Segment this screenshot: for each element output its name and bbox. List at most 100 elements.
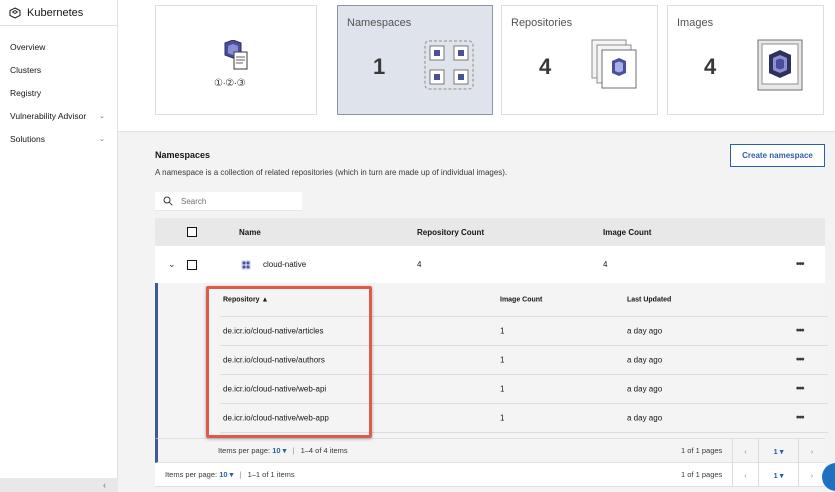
previous-page-button[interactable]: ‹ (732, 439, 758, 463)
pager-items-label: Items per page: 10 ▾ | 1–4 of 4 items (218, 446, 348, 455)
repository-name[interactable]: de.icr.io/cloud-native/web-app (223, 414, 329, 423)
column-header-last-updated[interactable]: Last Updated (627, 296, 671, 303)
overflow-menu-icon[interactable]: ••• (796, 413, 804, 424)
page-number: 1 ▾ (773, 470, 784, 480)
repository-name[interactable]: de.icr.io/cloud-native/articles (223, 327, 324, 336)
page-count: 1 of 1 pages (681, 446, 723, 455)
column-header-repository[interactable]: Repository ▲ (223, 296, 268, 303)
last-updated: a day ago (627, 355, 663, 365)
image-count: 1 (500, 355, 505, 365)
table-header: Name Repository Count Image Count (155, 218, 825, 246)
sidebar-item-solutions[interactable]: Solutions ⌄ (0, 127, 117, 150)
overflow-menu-icon[interactable]: ••• (796, 384, 804, 395)
sidebar: Kubernetes Overview Clusters Registry Vu… (0, 0, 118, 492)
sidebar-title: Kubernetes (27, 6, 84, 19)
item-range: 1–1 of 1 items (247, 470, 295, 479)
pager-items-label: Items per page: 10 ▾ | 1–1 of 1 items (165, 470, 295, 479)
repository-count: 4 (417, 260, 422, 269)
next-page-button[interactable]: › (798, 439, 825, 463)
items-per-page-select[interactable]: 10 ▾ (219, 470, 233, 479)
page-select[interactable]: 1 ▾ (758, 463, 798, 487)
table-row[interactable]: de.icr.io/cloud-native/web-api 1 a day a… (220, 375, 828, 404)
row-checkbox[interactable] (187, 259, 197, 270)
column-header-repository-count[interactable]: Repository Count (417, 228, 484, 237)
sidebar-collapse-button[interactable]: ‹ (0, 478, 118, 492)
page-select[interactable]: 1 ▾ (758, 439, 798, 463)
sidebar-item-label: Solutions (10, 133, 45, 144)
image-count: 1 (500, 384, 505, 394)
chevron-right-icon: › (810, 446, 814, 456)
sidebar-item-label: Clusters (10, 64, 42, 75)
repository-name[interactable]: de.icr.io/cloud-native/authors (223, 356, 325, 365)
image-count: 4 (603, 260, 608, 269)
sidebar-item-label: Overview (10, 41, 46, 52)
card-title: Images (677, 17, 714, 29)
table-row[interactable]: de.icr.io/cloud-native/articles 1 a day … (220, 317, 828, 346)
step-indicators: ①·②·③ (214, 78, 246, 89)
last-updated: a day ago (627, 384, 663, 394)
card-title: Namespaces (347, 17, 412, 29)
chevron-down-icon: ⌄ (99, 135, 105, 143)
sidebar-item-registry[interactable]: Registry (0, 81, 117, 104)
package-document-icon (224, 40, 248, 70)
quickstart-card[interactable]: ①·②·③ (155, 5, 317, 115)
card-count: 4 (539, 54, 552, 79)
items-per-page-label: Items per page: (165, 470, 218, 479)
select-all-checkbox[interactable] (187, 227, 197, 237)
repositories-pagination: Items per page: 10 ▾ | 1–4 of 4 items 1 … (155, 439, 825, 463)
search-input[interactable]: Search (181, 197, 206, 206)
chevron-left-icon: ‹ (103, 480, 106, 490)
repository-name[interactable]: de.icr.io/cloud-native/web-api (223, 385, 326, 394)
chevron-left-icon: ‹ (744, 446, 747, 456)
namespace-icon (241, 259, 251, 270)
last-updated: a day ago (627, 326, 663, 336)
column-header-image-count[interactable]: Image Count (603, 228, 651, 237)
namespaces-card[interactable]: Namespaces 1 (337, 5, 493, 115)
previous-page-button[interactable]: ‹ (732, 463, 758, 487)
overflow-menu-icon[interactable]: ••• (796, 259, 804, 270)
namespaces-pagination: Items per page: 10 ▾ | 1–1 of 1 items 1 … (155, 463, 825, 487)
image-count: 1 (500, 326, 505, 336)
namespaces-table: Name Repository Count Image Count ⌄ clou… (155, 218, 828, 487)
sidebar-header[interactable]: Kubernetes (0, 0, 117, 26)
repositories-table-header: Repository ▲ Image Count Last Updated (220, 283, 828, 317)
images-card[interactable]: Images 4 (667, 5, 824, 115)
column-header-image-count[interactable]: Image Count (500, 296, 542, 303)
chevron-right-icon: › (810, 470, 814, 480)
page-number: 1 ▾ (773, 446, 784, 456)
image-count: 1 (500, 413, 505, 423)
section-description: A namespace is a collection of related r… (155, 168, 508, 177)
chevron-left-icon: ‹ (744, 470, 747, 480)
sidebar-item-vulnerability-advisor[interactable]: Vulnerability Advisor ⌄ (0, 104, 117, 127)
chevron-down-icon: ⌄ (99, 112, 105, 120)
items-per-page-select[interactable]: 10 ▾ (272, 446, 286, 455)
namespace-group-icon (424, 40, 474, 90)
create-namespace-button[interactable]: Create namespace (730, 144, 825, 167)
sidebar-item-label: Vulnerability Advisor (10, 110, 87, 121)
next-page-button[interactable]: › (798, 463, 825, 487)
search-icon (163, 196, 173, 206)
sidebar-item-label: Registry (10, 87, 42, 98)
overflow-menu-icon[interactable]: ••• (796, 355, 804, 366)
expanded-repositories: Repository ▲ Image Count Last Updated de… (155, 283, 828, 439)
table-row[interactable]: ⌄ cloud-native 4 4 ••• (155, 246, 825, 283)
repository-stack-icon (591, 39, 637, 89)
item-range: 1–4 of 4 items (300, 446, 348, 455)
sidebar-item-overview[interactable]: Overview (0, 35, 117, 58)
summary-cards: ①·②·③ Namespaces 1 Repositories 4 Images… (118, 0, 835, 132)
column-header-name[interactable]: Name (239, 228, 261, 237)
page-count: 1 of 1 pages (681, 470, 723, 479)
card-count: 1 (373, 54, 386, 79)
search-box[interactable]: Search (155, 192, 302, 211)
kubernetes-icon (9, 6, 21, 19)
namespace-name[interactable]: cloud-native (263, 260, 306, 269)
card-count: 4 (704, 54, 717, 79)
repositories-card[interactable]: Repositories 4 (501, 5, 658, 115)
overflow-menu-icon[interactable]: ••• (796, 326, 804, 337)
chevron-down-icon[interactable]: ⌄ (168, 259, 176, 270)
table-row[interactable]: de.icr.io/cloud-native/web-app 1 a day a… (220, 404, 828, 433)
sidebar-item-clusters[interactable]: Clusters (0, 58, 117, 81)
sidebar-nav: Overview Clusters Registry Vulnerability… (0, 35, 117, 150)
table-row[interactable]: de.icr.io/cloud-native/authors 1 a day a… (220, 346, 828, 375)
section-title: Namespaces (155, 150, 211, 160)
